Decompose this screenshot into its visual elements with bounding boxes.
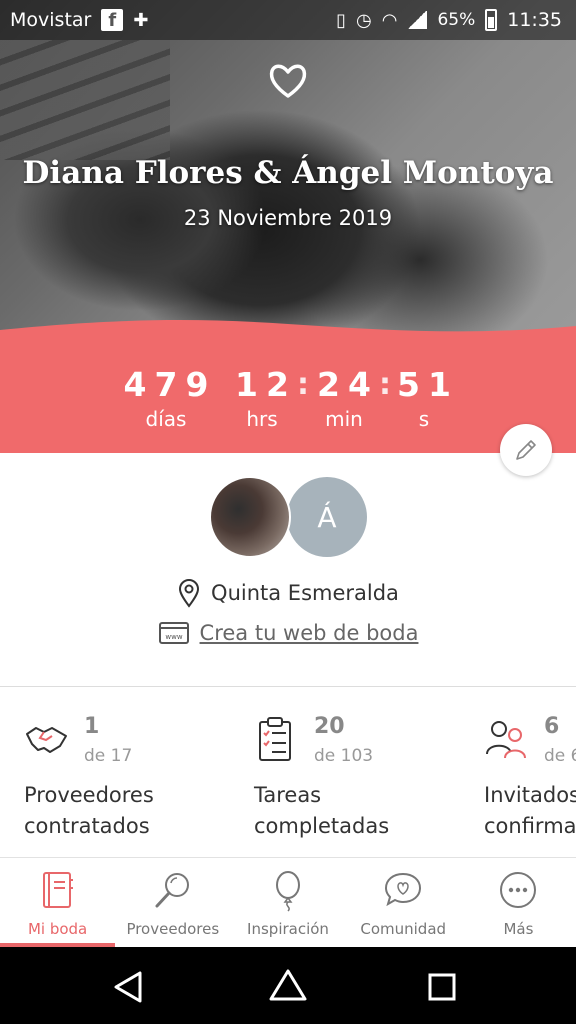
stat-vendors-total: de 17 bbox=[84, 746, 133, 766]
nav-label: Más bbox=[503, 920, 534, 938]
nav-comunidad[interactable]: Comunidad bbox=[346, 858, 461, 947]
countdown-hours-label: hrs bbox=[246, 407, 278, 431]
stat-vendors[interactable]: 1 de 17 Proveedores contratados bbox=[24, 712, 254, 852]
countdown-separator: : bbox=[297, 367, 309, 402]
facebook-icon: f bbox=[101, 9, 124, 31]
wedding-date: 23 Noviembre 2019 bbox=[183, 206, 393, 230]
pencil-icon bbox=[516, 440, 536, 460]
system-navigation-bar bbox=[0, 947, 576, 1024]
stat-guests-label-line1: Invitados bbox=[484, 783, 576, 807]
alarm-icon: ◷ bbox=[356, 9, 372, 31]
stat-vendors-label-line1: Proveedores bbox=[24, 783, 154, 807]
create-website-link[interactable]: www Crea tu web de boda bbox=[0, 620, 576, 646]
countdown-days-label: días bbox=[145, 407, 187, 431]
nav-proveedores[interactable]: Proveedores bbox=[115, 858, 230, 947]
more-dots-icon bbox=[500, 872, 537, 908]
bottom-navigation: Mi boda Proveedores Inspiración Comunida… bbox=[0, 857, 576, 947]
section-divider bbox=[0, 686, 576, 687]
stat-guests-total: de 6 bbox=[544, 746, 576, 766]
edit-wedding-button[interactable] bbox=[500, 424, 552, 476]
stat-vendors-count: 1 bbox=[84, 714, 100, 739]
partner-avatar[interactable]: Á bbox=[287, 477, 367, 557]
couple-avatar[interactable] bbox=[209, 476, 291, 558]
stat-guests-label-line2: confirmados bbox=[484, 814, 576, 838]
stat-vendors-label: Proveedores contratados bbox=[24, 780, 154, 842]
nav-mas[interactable]: Más bbox=[461, 858, 576, 947]
wifi-icon: ◠ bbox=[381, 9, 398, 31]
battery-icon bbox=[485, 9, 498, 31]
create-website-text: Crea tu web de boda bbox=[199, 621, 419, 645]
nav-inspiracion[interactable]: Inspiración bbox=[230, 858, 345, 947]
nav-label: Inspiración bbox=[247, 920, 329, 938]
nav-mi-boda[interactable]: Mi boda bbox=[0, 858, 115, 947]
handshake-icon bbox=[26, 727, 67, 753]
back-icon[interactable] bbox=[114, 971, 142, 1003]
chat-heart-icon bbox=[385, 872, 422, 907]
venue-name: Quinta Esmeralda bbox=[211, 581, 399, 605]
home-icon[interactable] bbox=[269, 969, 307, 1001]
countdown-days: 479 bbox=[123, 365, 217, 404]
nav-label: Proveedores bbox=[126, 920, 220, 938]
venue-row[interactable]: Quinta Esmeralda bbox=[0, 578, 576, 608]
stat-guests[interactable]: 6 de 6 Invitados confirmados bbox=[484, 712, 576, 852]
countdown-hours: 12 bbox=[235, 365, 297, 404]
countdown-minutes-label: min bbox=[325, 407, 363, 431]
heart-logo-icon bbox=[269, 64, 307, 98]
guests-icon bbox=[486, 721, 526, 759]
countdown-seconds: 51 bbox=[397, 365, 459, 404]
recent-apps-icon[interactable] bbox=[428, 973, 456, 1001]
stat-tasks-count: 20 bbox=[314, 714, 345, 739]
countdown-seconds-label: s bbox=[418, 407, 430, 431]
countdown-minutes: 24 bbox=[317, 365, 379, 404]
stat-guests-count: 6 bbox=[544, 714, 560, 739]
nav-label: Comunidad bbox=[360, 920, 447, 938]
stat-tasks-total: de 103 bbox=[314, 746, 374, 766]
countdown-separator: : bbox=[379, 367, 391, 402]
countdown-banner: 479 días 12 hrs : 24 min : 51 s bbox=[0, 320, 576, 453]
location-pin-icon bbox=[179, 579, 200, 608]
balloon-icon bbox=[276, 871, 300, 912]
couple-names: Diana Flores & Ángel Montoya bbox=[22, 155, 554, 191]
status-bar: Movistar f ✚ ▯ ◷ ◠ 65% 11:35 bbox=[0, 0, 576, 40]
stat-tasks-label-line2: completadas bbox=[254, 814, 390, 838]
notebook-icon bbox=[42, 872, 73, 908]
clipboard-checklist-icon bbox=[259, 717, 291, 761]
svg-text:www: www bbox=[165, 633, 182, 641]
stat-tasks-label: Tareas completadas bbox=[254, 780, 389, 842]
carrier-label: Movistar bbox=[10, 9, 92, 31]
stat-guests-label: Invitados confirmados bbox=[484, 780, 576, 842]
battery-percent: 65% bbox=[437, 10, 476, 30]
stat-vendors-label-line2: contratados bbox=[24, 814, 150, 838]
partner-initial: Á bbox=[317, 500, 337, 534]
battery-saver-icon: ✚ bbox=[133, 9, 149, 31]
website-icon: www bbox=[158, 622, 189, 644]
stat-tasks-label-line1: Tareas bbox=[254, 783, 322, 807]
nav-label: Mi boda bbox=[27, 920, 88, 938]
stat-tasks[interactable]: 20 de 103 Tareas completadas bbox=[254, 712, 484, 852]
signal-icon bbox=[407, 11, 428, 29]
clock: 11:35 bbox=[507, 9, 562, 31]
magnifier-icon bbox=[155, 873, 189, 908]
vibrate-icon: ▯ bbox=[336, 9, 346, 31]
